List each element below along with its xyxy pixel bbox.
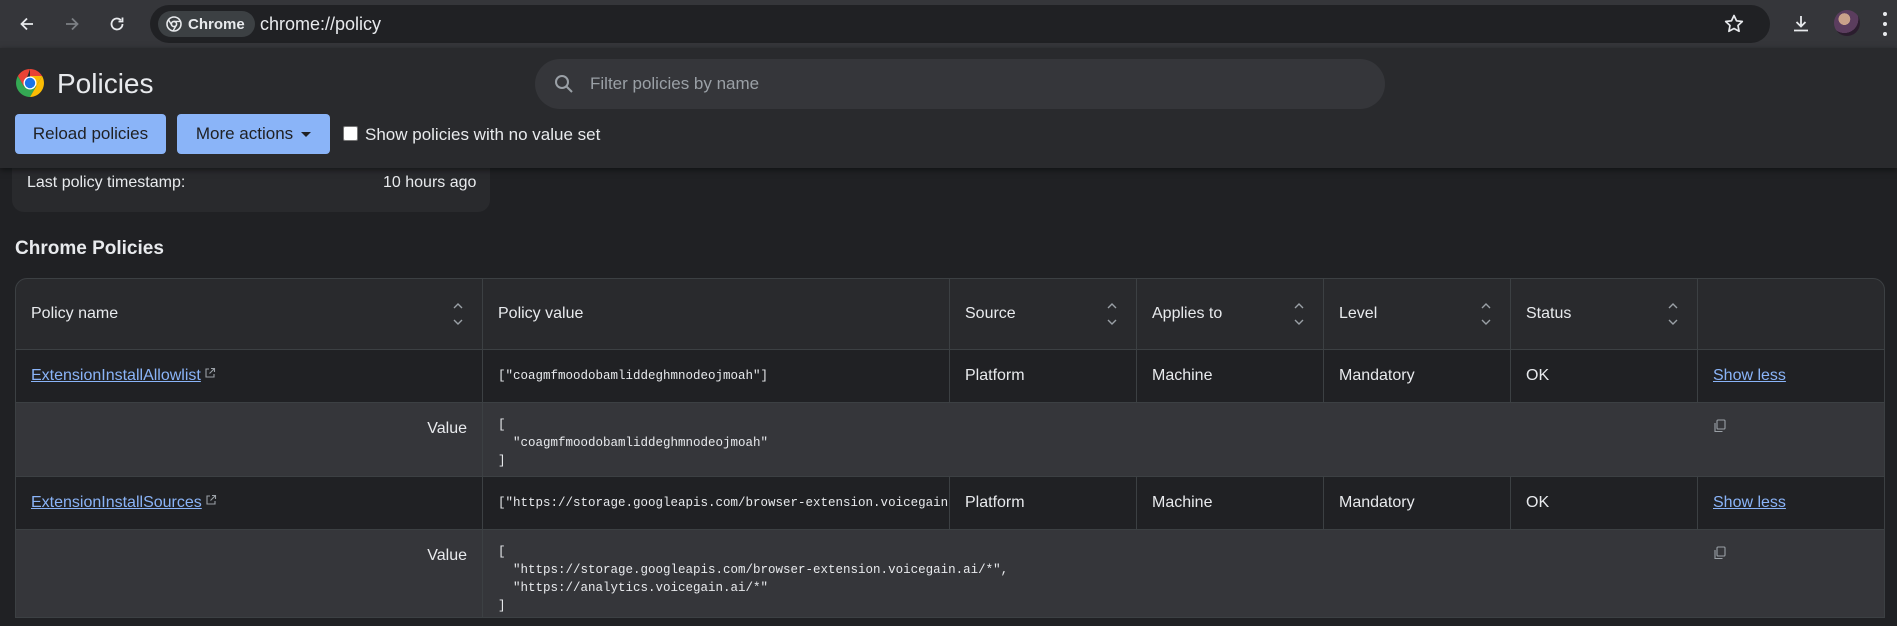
forward-button[interactable] bbox=[56, 8, 88, 40]
applies-to-cell: Machine bbox=[1137, 350, 1324, 402]
site-info-chip[interactable]: Chrome bbox=[158, 11, 255, 37]
reload-icon bbox=[110, 17, 124, 31]
policy-table: Policy name Policy value Source Applies … bbox=[15, 278, 1885, 618]
actions-cell: Show less bbox=[1698, 477, 1884, 529]
policy-search-box[interactable] bbox=[535, 59, 1385, 109]
status-cell: OK bbox=[1511, 477, 1698, 529]
table-row: ExtensionInstallSources ["https://storag… bbox=[16, 476, 1884, 529]
chrome-icon bbox=[166, 16, 182, 32]
policy-name-cell: ExtensionInstallAllowlist bbox=[16, 350, 483, 402]
menu-dot-icon bbox=[1883, 22, 1887, 26]
arrow-right-icon bbox=[66, 17, 79, 31]
column-header-label: Source bbox=[965, 305, 1016, 322]
sort-arrows-icon bbox=[1294, 303, 1304, 325]
policy-detail-row: Value [ "https://storage.googleapis.com/… bbox=[16, 529, 1884, 617]
table-row: ExtensionInstallAllowlist ["coagmfmoodob… bbox=[16, 349, 1884, 402]
level-cell: Mandatory bbox=[1324, 477, 1511, 529]
search-input[interactable] bbox=[590, 59, 1370, 109]
policy-detail-row: Value [ "coagmfmoodobamliddeghmnodeojmoa… bbox=[16, 402, 1884, 476]
reload-button[interactable] bbox=[101, 8, 133, 40]
column-header-policy-name[interactable]: Policy name bbox=[16, 279, 483, 349]
back-button[interactable] bbox=[11, 8, 43, 40]
column-header-label: Level bbox=[1339, 305, 1378, 322]
chrome-logo-icon bbox=[16, 69, 44, 97]
caret-down-icon bbox=[301, 131, 312, 137]
sort-arrows-icon bbox=[1107, 303, 1117, 325]
menu-dot-icon bbox=[1883, 12, 1887, 16]
more-actions-button[interactable]: More actions bbox=[177, 114, 330, 154]
url-text[interactable]: chrome://policy bbox=[260, 14, 381, 35]
source-cell: Platform bbox=[950, 350, 1137, 402]
column-header-label: Policy value bbox=[498, 305, 584, 322]
show-unset-label[interactable]: Show policies with no value set bbox=[365, 125, 600, 145]
browser-toolbar: Chrome chrome://policy bbox=[0, 0, 1897, 48]
page-header: Policies Reload policies More actions Sh… bbox=[0, 48, 1897, 168]
sort-arrows-icon bbox=[453, 303, 463, 325]
timestamp-value: 10 hours ago bbox=[383, 174, 477, 191]
chrome-menu-button[interactable] bbox=[1882, 12, 1888, 36]
column-header-applies-to[interactable]: Applies to bbox=[1137, 279, 1324, 349]
level-cell: Mandatory bbox=[1324, 350, 1511, 402]
column-header-status[interactable]: Status bbox=[1511, 279, 1698, 349]
menu-dot-icon bbox=[1883, 32, 1887, 36]
source-cell: Platform bbox=[950, 477, 1137, 529]
applies-to-cell: Machine bbox=[1137, 477, 1324, 529]
column-header-policy-value: Policy value bbox=[483, 279, 950, 349]
timestamp-label: Last policy timestamp: bbox=[27, 174, 186, 191]
show-less-link[interactable]: Show less bbox=[1713, 494, 1786, 512]
sort-arrows-icon bbox=[1668, 303, 1678, 325]
copy-icon[interactable] bbox=[1713, 419, 1727, 433]
search-icon bbox=[555, 75, 573, 93]
reload-policies-button[interactable]: Reload policies bbox=[15, 114, 166, 154]
more-actions-label: More actions bbox=[195, 124, 294, 143]
page-title: Policies bbox=[57, 68, 154, 99]
policy-name-link[interactable]: ExtensionInstallSources bbox=[31, 494, 202, 512]
sort-arrows-icon bbox=[1481, 303, 1491, 325]
column-header-label: Status bbox=[1526, 305, 1572, 322]
policy-name-cell: ExtensionInstallSources bbox=[16, 477, 483, 529]
profile-avatar[interactable] bbox=[1834, 10, 1860, 36]
show-unset-checkbox[interactable] bbox=[343, 126, 358, 141]
actions-cell: Show less bbox=[1698, 350, 1884, 402]
column-header-label: Policy name bbox=[31, 305, 119, 322]
external-link-icon bbox=[206, 494, 216, 505]
policy-name-link[interactable]: ExtensionInstallAllowlist bbox=[31, 367, 201, 385]
detail-value: [ "https://storage.googleapis.com/browse… bbox=[498, 545, 1009, 613]
detail-label: Value bbox=[16, 530, 483, 617]
site-chip-label: Chrome bbox=[188, 15, 245, 33]
address-bar[interactable]: Chrome chrome://policy bbox=[150, 5, 1770, 43]
column-header-source[interactable]: Source bbox=[950, 279, 1137, 349]
column-header-actions bbox=[1698, 279, 1884, 349]
copy-icon[interactable] bbox=[1713, 546, 1727, 560]
column-header-label: Applies to bbox=[1152, 305, 1223, 322]
arrow-left-icon bbox=[20, 17, 33, 31]
show-less-link[interactable]: Show less bbox=[1713, 367, 1786, 385]
bookmark-star-icon[interactable] bbox=[1722, 12, 1746, 36]
detail-label: Value bbox=[16, 403, 483, 476]
policy-value-cell: ["https://storage.googleapis.com/browser… bbox=[483, 477, 950, 529]
download-icon bbox=[1794, 16, 1808, 32]
section-title: Chrome Policies bbox=[15, 238, 164, 259]
external-link-icon bbox=[205, 367, 215, 378]
policy-value-cell: ["coagmfmoodobamliddeghmnodeojmoah"] bbox=[483, 350, 950, 402]
downloads-button[interactable] bbox=[1785, 8, 1817, 40]
detail-value: [ "coagmfmoodobamliddeghmnodeojmoah" ] bbox=[498, 418, 769, 468]
column-header-level[interactable]: Level bbox=[1324, 279, 1511, 349]
status-cell: OK bbox=[1511, 350, 1698, 402]
